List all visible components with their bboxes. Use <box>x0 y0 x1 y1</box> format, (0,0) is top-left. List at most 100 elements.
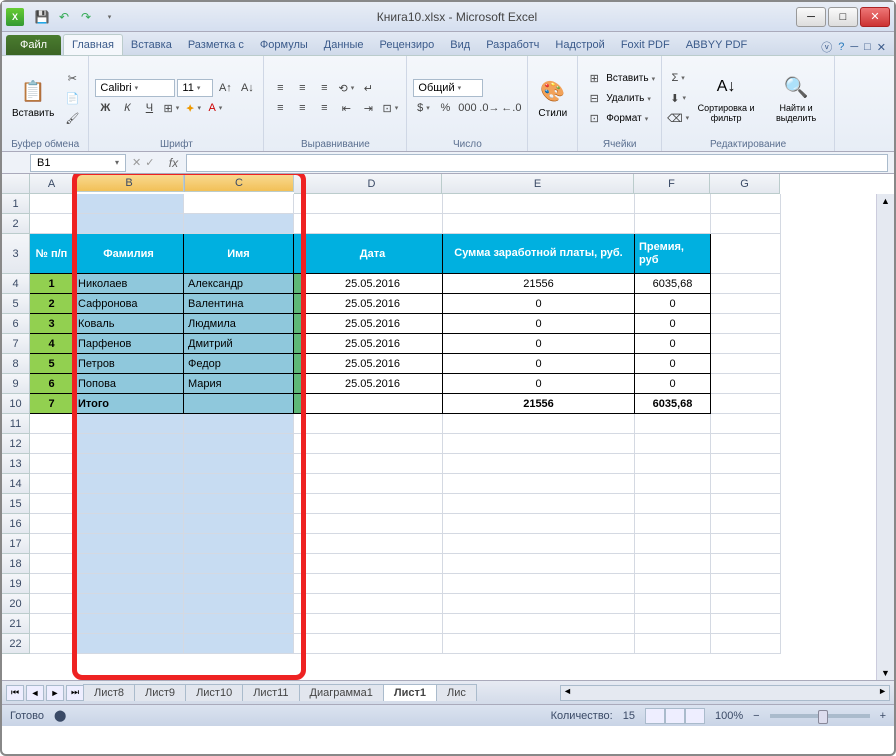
tab-review[interactable]: Рецензиро <box>372 35 443 55</box>
row-header[interactable]: 11 <box>2 414 30 434</box>
cell[interactable] <box>294 214 303 234</box>
sheet-tab[interactable]: Лист9 <box>134 684 186 701</box>
cell[interactable] <box>711 454 781 474</box>
minimize-button[interactable]: ─ <box>796 7 826 27</box>
merge-button[interactable]: ⊡ <box>380 99 400 117</box>
cell[interactable] <box>30 614 74 634</box>
align-middle-button[interactable]: ≡ <box>292 79 312 97</box>
help-icon[interactable]: ? <box>838 41 844 53</box>
cell[interactable]: Федор <box>184 354 294 374</box>
cell[interactable] <box>74 554 184 574</box>
cell[interactable] <box>711 434 781 454</box>
cell[interactable] <box>294 354 303 374</box>
row-header[interactable]: 19 <box>2 574 30 594</box>
cell[interactable]: 25.05.2016 <box>303 294 443 314</box>
tab-insert[interactable]: Вставка <box>123 35 180 55</box>
cell[interactable] <box>711 274 781 294</box>
cell[interactable] <box>294 294 303 314</box>
cell[interactable]: 0 <box>443 314 635 334</box>
cell[interactable] <box>635 194 711 214</box>
cell[interactable]: 0 <box>443 374 635 394</box>
cell[interactable] <box>30 454 74 474</box>
cell[interactable] <box>303 194 443 214</box>
increase-decimal-button[interactable]: .0→ <box>479 99 499 117</box>
cell[interactable] <box>711 574 781 594</box>
doc-close[interactable]: ✕ <box>877 41 886 54</box>
cell[interactable] <box>294 494 303 514</box>
cell[interactable] <box>30 194 74 214</box>
cell[interactable] <box>294 374 303 394</box>
col-header-g[interactable]: G <box>710 174 780 194</box>
row-header[interactable]: 14 <box>2 474 30 494</box>
cell[interactable] <box>443 634 635 654</box>
cell[interactable] <box>711 314 781 334</box>
zoom-out-button[interactable]: − <box>753 710 759 722</box>
col-header-e[interactable]: E <box>442 174 634 194</box>
cell[interactable] <box>635 454 711 474</box>
cell[interactable] <box>294 534 303 554</box>
col-header-b[interactable]: B <box>74 174 184 192</box>
tab-view[interactable]: Вид <box>442 35 478 55</box>
sheet-tab[interactable]: Лис <box>436 684 477 701</box>
bold-button[interactable]: Ж <box>95 99 115 117</box>
cell[interactable]: 6035,68 <box>635 394 711 414</box>
cell[interactable] <box>711 554 781 574</box>
cell[interactable] <box>711 414 781 434</box>
header-cell[interactable]: Сумма заработной платы, руб. <box>443 234 635 274</box>
cell[interactable] <box>711 634 781 654</box>
cell[interactable] <box>30 634 74 654</box>
cell[interactable] <box>303 554 443 574</box>
cell[interactable] <box>294 574 303 594</box>
delete-cells-button[interactable]: Удалить <box>606 93 651 104</box>
header-cell[interactable]: № п/п <box>30 234 74 274</box>
cell[interactable] <box>294 614 303 634</box>
cell[interactable] <box>30 214 74 234</box>
sheet-nav-last[interactable]: ⏭ <box>66 685 84 701</box>
cell[interactable] <box>74 474 184 494</box>
cell[interactable] <box>711 474 781 494</box>
align-bottom-button[interactable]: ≡ <box>314 79 334 97</box>
fill-button[interactable]: ⬇ <box>668 89 688 107</box>
cell[interactable] <box>303 394 443 414</box>
qat-customize[interactable] <box>98 7 118 27</box>
autosum-button[interactable]: Σ <box>668 69 688 87</box>
cell[interactable] <box>635 214 711 234</box>
row-header[interactable]: 16 <box>2 514 30 534</box>
cell[interactable] <box>294 274 303 294</box>
cell[interactable]: 21556 <box>443 274 635 294</box>
cell[interactable]: 0 <box>635 334 711 354</box>
insert-cells-button[interactable]: Вставить <box>606 73 655 84</box>
ribbon-minimize-icon[interactable]: ⓥ <box>821 39 832 55</box>
border-button[interactable]: ⊞ <box>161 99 181 117</box>
clear-button[interactable]: ⌫ <box>668 109 688 127</box>
header-cell[interactable]: Фамилия <box>74 234 184 274</box>
cell[interactable] <box>303 574 443 594</box>
cell[interactable] <box>184 474 294 494</box>
row-header[interactable]: 2 <box>2 214 30 234</box>
cell[interactable] <box>443 574 635 594</box>
number-format-select[interactable]: Общий <box>413 79 483 97</box>
cell[interactable] <box>294 394 303 414</box>
cell[interactable] <box>30 574 74 594</box>
cell[interactable] <box>184 614 294 634</box>
format-cells-button[interactable]: Формат <box>606 113 648 124</box>
cell[interactable] <box>294 514 303 534</box>
cell[interactable] <box>74 194 184 214</box>
cell[interactable] <box>294 474 303 494</box>
maximize-button[interactable]: □ <box>828 7 858 27</box>
cell[interactable] <box>303 454 443 474</box>
cell[interactable] <box>294 454 303 474</box>
cell[interactable] <box>303 434 443 454</box>
cell[interactable]: Итого <box>74 394 184 414</box>
cell[interactable]: 0 <box>635 294 711 314</box>
cell[interactable] <box>184 534 294 554</box>
cell[interactable]: Александр <box>184 274 294 294</box>
cell[interactable] <box>711 374 781 394</box>
shrink-font-button[interactable]: A↓ <box>237 79 257 97</box>
format-painter-button[interactable]: 🖌 <box>62 109 82 127</box>
cell[interactable]: 2 <box>30 294 74 314</box>
worksheet-grid[interactable]: A B C D E F G 123№ п/пФамилияИмяДатаСумм… <box>2 174 894 680</box>
font-size-select[interactable]: 11 <box>177 79 213 97</box>
row-header[interactable]: 22 <box>2 634 30 654</box>
sheet-tab[interactable]: Лист1 <box>383 684 437 701</box>
